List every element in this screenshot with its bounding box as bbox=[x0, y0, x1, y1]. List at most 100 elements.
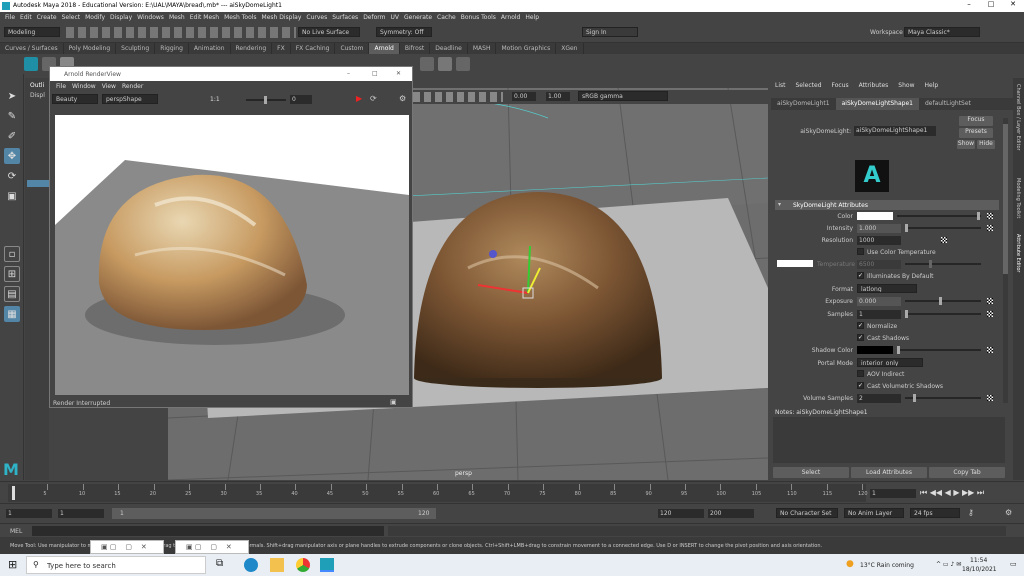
shelf-tab-mash[interactable]: MASH bbox=[468, 43, 497, 54]
command-lang-label[interactable]: MEL bbox=[10, 528, 22, 535]
current-frame-field[interactable]: 1 bbox=[870, 489, 916, 498]
shelf-tab-bifrost[interactable]: Bifrost bbox=[400, 43, 431, 54]
shelf-tab-deadline[interactable]: Deadline bbox=[430, 43, 468, 54]
side-tab-attribute-editor[interactable]: Attribute Editor bbox=[1015, 234, 1021, 272]
shelf-icon[interactable] bbox=[420, 57, 434, 71]
maya-taskbar-icon[interactable] bbox=[320, 558, 334, 572]
clock-time[interactable]: 11:54 bbox=[970, 557, 987, 564]
ae-tab-aiskydomelight1[interactable]: aiSkyDomeLight1 bbox=[771, 98, 836, 110]
slider-knob[interactable] bbox=[913, 394, 916, 402]
menu-arnold[interactable]: Arnold bbox=[501, 14, 520, 21]
fps-dropdown[interactable]: 24 fps bbox=[910, 508, 960, 518]
ae-menu-focus[interactable]: Focus bbox=[832, 82, 849, 89]
shelf-tab-rendering[interactable]: Rendering bbox=[231, 43, 273, 54]
minimize-button[interactable]: – bbox=[958, 0, 980, 12]
aov-indirect-checkbox[interactable] bbox=[857, 370, 864, 377]
windows-start-icon[interactable]: ⊞ bbox=[8, 558, 17, 571]
menuset-dropdown[interactable]: Modeling bbox=[4, 27, 60, 37]
ae-menu-selected[interactable]: Selected bbox=[796, 82, 822, 89]
step-back-icon[interactable]: ◀◀ bbox=[930, 488, 942, 497]
weather-text[interactable]: 13°C Rain coming bbox=[860, 562, 914, 569]
normalize-checkbox[interactable]: ✓ bbox=[857, 322, 864, 329]
outliner-selected-row[interactable] bbox=[27, 180, 49, 187]
temperature-slider[interactable] bbox=[905, 260, 981, 268]
chrome-icon[interactable] bbox=[296, 558, 310, 572]
renderview-menu-render[interactable]: Render bbox=[122, 83, 143, 90]
menu-mesh-display[interactable]: Mesh Display bbox=[262, 14, 302, 21]
shelf-tab-animation[interactable]: Animation bbox=[189, 43, 231, 54]
menu-modify[interactable]: Modify bbox=[85, 14, 105, 21]
minimize-button[interactable]: – bbox=[347, 70, 350, 77]
scrollbar-thumb[interactable] bbox=[1003, 124, 1008, 274]
arnold-render-icon[interactable] bbox=[24, 57, 38, 71]
go-start-icon[interactable]: ⏮ bbox=[920, 488, 927, 497]
select-tool-icon[interactable]: ➤ bbox=[4, 88, 20, 104]
menu-create[interactable]: Create bbox=[37, 14, 57, 21]
character-set-dropdown[interactable]: No Character Set bbox=[776, 508, 838, 518]
move-tool-icon[interactable]: ✥ bbox=[4, 148, 20, 164]
intensity-field[interactable]: 1.000 bbox=[857, 224, 901, 233]
slider-knob[interactable] bbox=[905, 310, 908, 318]
outliner-display-menu[interactable]: Displ bbox=[30, 92, 45, 99]
cast-shadows-checkbox[interactable]: ✓ bbox=[857, 334, 864, 341]
color-slider[interactable] bbox=[897, 212, 981, 220]
map-button[interactable] bbox=[987, 347, 993, 353]
anim-layer-dropdown[interactable]: No Anim Layer bbox=[844, 508, 904, 518]
menu-file[interactable]: File bbox=[5, 14, 15, 21]
illuminates-checkbox[interactable]: ✓ bbox=[857, 272, 864, 279]
menu-curves[interactable]: Curves bbox=[306, 14, 327, 21]
sign-in-button[interactable]: Sign In bbox=[582, 27, 638, 37]
presets-button[interactable]: Presets bbox=[959, 128, 993, 138]
menu-generate[interactable]: Generate bbox=[404, 14, 432, 21]
colorspace-dropdown[interactable]: sRGB gamma bbox=[578, 91, 668, 101]
clock-date[interactable]: 18/10/2021 bbox=[962, 566, 997, 573]
shelf-tab-poly-modeling[interactable]: Poly Modeling bbox=[64, 43, 117, 54]
slider-knob[interactable] bbox=[905, 224, 908, 232]
lasso-tool-icon[interactable]: ✎ bbox=[4, 108, 20, 124]
play-back-icon[interactable]: ◀ bbox=[945, 488, 951, 497]
ae-menu-help[interactable]: Help bbox=[924, 82, 938, 89]
menu-uv[interactable]: UV bbox=[391, 14, 400, 21]
shadow-color-slider[interactable] bbox=[897, 346, 981, 354]
map-button[interactable] bbox=[987, 298, 993, 304]
menu-help[interactable]: Help bbox=[525, 14, 539, 21]
cast-volumetric-checkbox[interactable]: ✓ bbox=[857, 382, 864, 389]
single-view-icon[interactable]: ▫ bbox=[4, 246, 20, 262]
notes-field[interactable] bbox=[773, 417, 1005, 463]
samples-slider[interactable] bbox=[905, 310, 981, 318]
volume-samples-field[interactable]: 2 bbox=[857, 394, 901, 403]
paint-select-icon[interactable]: ✐ bbox=[4, 128, 20, 144]
show-button[interactable]: Show bbox=[957, 140, 975, 149]
end-frame-field[interactable]: 200 bbox=[708, 509, 754, 518]
map-button[interactable] bbox=[987, 213, 993, 219]
ae-section-header[interactable]: ▾ SkyDomeLight Attributes bbox=[775, 200, 999, 210]
tray-icons[interactable]: ^ ▭ ♪ ✉ bbox=[936, 561, 961, 568]
shelf-tab-motion-graphics[interactable]: Motion Graphics bbox=[496, 43, 557, 54]
color-swatch[interactable] bbox=[857, 212, 893, 220]
focus-button[interactable]: Focus bbox=[959, 116, 993, 126]
samples-field[interactable]: 1 bbox=[857, 310, 901, 319]
shelf-icon[interactable] bbox=[456, 57, 470, 71]
menu-deform[interactable]: Deform bbox=[363, 14, 385, 21]
task-view-icon[interactable]: ⧉ bbox=[216, 558, 223, 569]
close-button[interactable]: ✕ bbox=[1002, 0, 1024, 12]
menu-edit[interactable]: Edit bbox=[20, 14, 32, 21]
layout-icon[interactable]: ▦ bbox=[4, 306, 20, 322]
playback-start-field[interactable]: 1 bbox=[58, 509, 104, 518]
slider-knob[interactable] bbox=[939, 297, 942, 305]
current-frame-marker[interactable] bbox=[12, 486, 15, 500]
time-slider[interactable]: 5 10 15 20 25 30 35 40 45 50 55 60 65 70 75 80 85 90 95 100… bbox=[0, 481, 1024, 503]
snapshot-icon[interactable]: ▣ bbox=[390, 398, 397, 406]
menu-mesh[interactable]: Mesh bbox=[169, 14, 185, 21]
range-bar[interactable]: 1 120 bbox=[112, 508, 436, 519]
shelf-tab-sculpting[interactable]: Sculpting bbox=[116, 43, 156, 54]
render-ratio[interactable]: 1:1 bbox=[210, 96, 220, 103]
shelf-tab-rigging[interactable]: Rigging bbox=[155, 43, 189, 54]
file-explorer-icon[interactable] bbox=[270, 558, 284, 572]
shelf-tab-xgen[interactable]: XGen bbox=[556, 43, 584, 54]
shelf-tab-curves-surfaces[interactable]: Curves / Surfaces bbox=[0, 43, 64, 54]
shadow-color-swatch[interactable] bbox=[857, 346, 893, 354]
hide-button[interactable]: Hide bbox=[977, 140, 995, 149]
menu-surfaces[interactable]: Surfaces bbox=[332, 14, 358, 21]
ae-tab-defaultlightset[interactable]: defaultLightSet bbox=[919, 98, 977, 110]
